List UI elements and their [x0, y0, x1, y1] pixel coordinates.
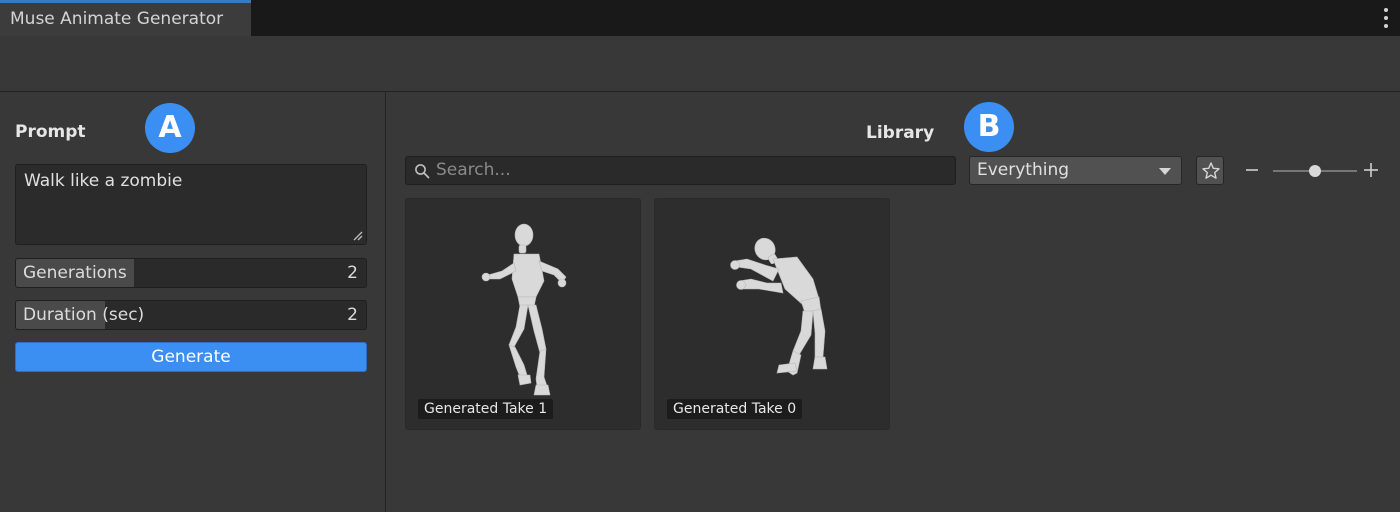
favorites-button[interactable] — [1196, 156, 1224, 185]
search-icon — [415, 164, 430, 179]
search-input[interactable]: Search... — [405, 156, 956, 185]
filter-value: Everything — [977, 160, 1070, 180]
tab-bar: Muse Animate Generator — [0, 0, 1400, 36]
zoom-slider-thumb[interactable] — [1309, 165, 1321, 177]
prompt-input[interactable]: Walk like a zombie — [15, 164, 367, 245]
badge-a: A — [145, 103, 195, 153]
window-tab[interactable]: Muse Animate Generator — [0, 0, 251, 36]
mannequin-thumbnail — [481, 223, 567, 396]
generations-value: 2 — [347, 263, 358, 283]
star-icon — [1202, 162, 1220, 179]
minus-icon[interactable] — [1245, 160, 1259, 180]
plus-icon[interactable] — [1364, 163, 1378, 177]
kebab-menu-icon[interactable] — [1384, 8, 1388, 28]
filter-dropdown[interactable]: Everything — [969, 156, 1182, 185]
library-item[interactable]: Generated Take 0 — [654, 198, 890, 430]
prompt-text: Walk like a zombie — [24, 171, 183, 191]
window-tab-title: Muse Animate Generator — [10, 9, 224, 29]
library-item-label: Generated Take 0 — [667, 399, 803, 419]
generations-label: Generations — [23, 263, 127, 283]
resize-handle-icon[interactable] — [353, 231, 363, 241]
library-panel: Library B Search... Everything Generated… — [387, 92, 1400, 512]
library-item[interactable]: Generated Take 1 — [405, 198, 641, 430]
toolbar — [0, 36, 1400, 92]
duration-label: Duration (sec) — [23, 305, 145, 325]
search-placeholder: Search... — [436, 160, 511, 180]
generations-field[interactable]: Generations 2 — [15, 258, 367, 288]
library-item-label: Generated Take 1 — [418, 399, 554, 419]
chevron-down-icon — [1159, 168, 1171, 175]
badge-b: B — [964, 102, 1014, 152]
generate-button[interactable]: Generate — [15, 342, 367, 372]
library-title: Library — [866, 123, 935, 143]
prompt-panel: Prompt A Walk like a zombie Generations … — [0, 92, 386, 512]
mannequin-thumbnail — [730, 237, 828, 376]
duration-value: 2 — [347, 305, 358, 325]
duration-field[interactable]: Duration (sec) 2 — [15, 300, 367, 330]
prompt-title: Prompt — [15, 122, 86, 142]
